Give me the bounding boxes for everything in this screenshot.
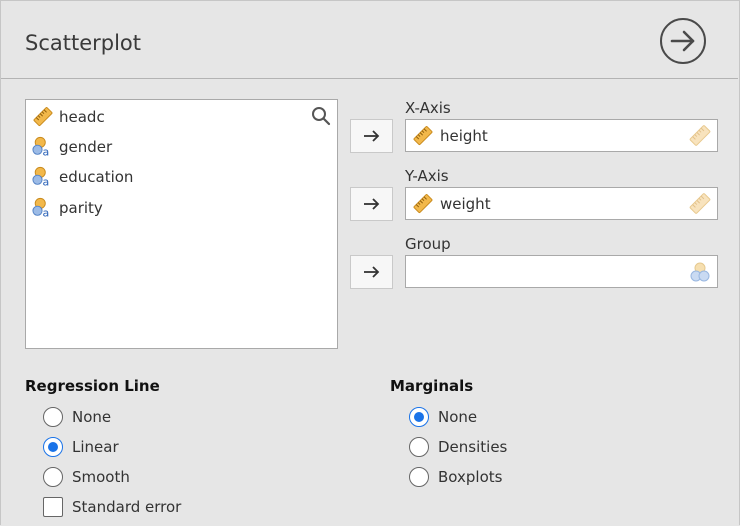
variable-label: parity (59, 199, 103, 217)
move-to-group-button[interactable] (350, 255, 393, 289)
move-to-x-axis-button[interactable] (350, 119, 393, 153)
option-label: Densities (438, 438, 508, 456)
list-item-education[interactable]: education (32, 164, 133, 190)
continuous-type-icon (689, 124, 711, 147)
marginals-title: Marginals (390, 377, 474, 395)
marginals-densities-radio[interactable]: Densities (409, 435, 507, 459)
continuous-variable-icon (413, 193, 433, 213)
option-label: Smooth (72, 468, 130, 486)
x-axis-label: X-Axis (405, 99, 451, 117)
y-axis-label: Y-Axis (405, 167, 449, 185)
regression-linear-radio[interactable]: Linear (43, 435, 119, 459)
panel-title: Scatterplot (25, 31, 142, 55)
continuous-type-icon (689, 192, 711, 215)
option-label: None (72, 408, 112, 426)
collapse-arrow-button[interactable] (660, 18, 706, 64)
nominal-type-icon (690, 262, 710, 282)
variable-label: education (59, 168, 134, 186)
nominal-text-variable-icon (32, 136, 50, 158)
arrow-right-icon (363, 266, 379, 278)
marginals-none-radio[interactable]: None (409, 405, 477, 429)
regression-line-title: Regression Line (25, 377, 160, 395)
list-item-headc[interactable]: headc (32, 104, 105, 130)
radio-button[interactable] (409, 437, 429, 457)
nominal-text-variable-icon (32, 166, 50, 188)
radio-button[interactable] (409, 407, 429, 427)
group-label: Group (405, 235, 451, 253)
move-to-y-axis-button[interactable] (350, 187, 393, 221)
radio-button[interactable] (43, 467, 63, 487)
x-axis-field[interactable]: height (405, 119, 718, 152)
continuous-variable-icon (413, 125, 433, 145)
y-axis-field[interactable]: weight (405, 187, 718, 220)
list-item-gender[interactable]: gender (32, 134, 112, 160)
option-label: Standard error (72, 498, 182, 516)
option-label: Linear (72, 438, 119, 456)
arrow-right-circle-icon (670, 30, 695, 52)
radio-button[interactable] (409, 467, 429, 487)
option-label: None (438, 408, 478, 426)
group-field[interactable] (405, 255, 718, 288)
checkbox[interactable] (43, 497, 63, 517)
arrow-right-icon (363, 130, 379, 142)
regression-smooth-radio[interactable]: Smooth (43, 465, 130, 489)
nominal-text-variable-icon (32, 197, 50, 219)
regression-none-radio[interactable]: None (43, 405, 111, 429)
list-item-parity[interactable]: parity (32, 195, 103, 221)
option-label: Boxplots (438, 468, 503, 486)
variable-label: gender (59, 138, 113, 156)
arrow-right-icon (363, 198, 379, 210)
radio-button[interactable] (43, 407, 63, 427)
marginals-boxplots-radio[interactable]: Boxplots (409, 465, 502, 489)
standard-error-checkbox[interactable]: Standard error (43, 495, 181, 519)
search-icon[interactable] (311, 106, 331, 126)
y-axis-value: weight (440, 194, 491, 213)
options-panel: Scatterplot headc gender education parit… (0, 0, 740, 525)
variable-list[interactable]: headc gender education parity (25, 99, 338, 349)
x-axis-value: height (440, 126, 488, 145)
header-divider (1, 78, 738, 79)
variable-label: headc (59, 108, 105, 126)
radio-button[interactable] (43, 437, 63, 457)
continuous-variable-icon (33, 106, 53, 127)
